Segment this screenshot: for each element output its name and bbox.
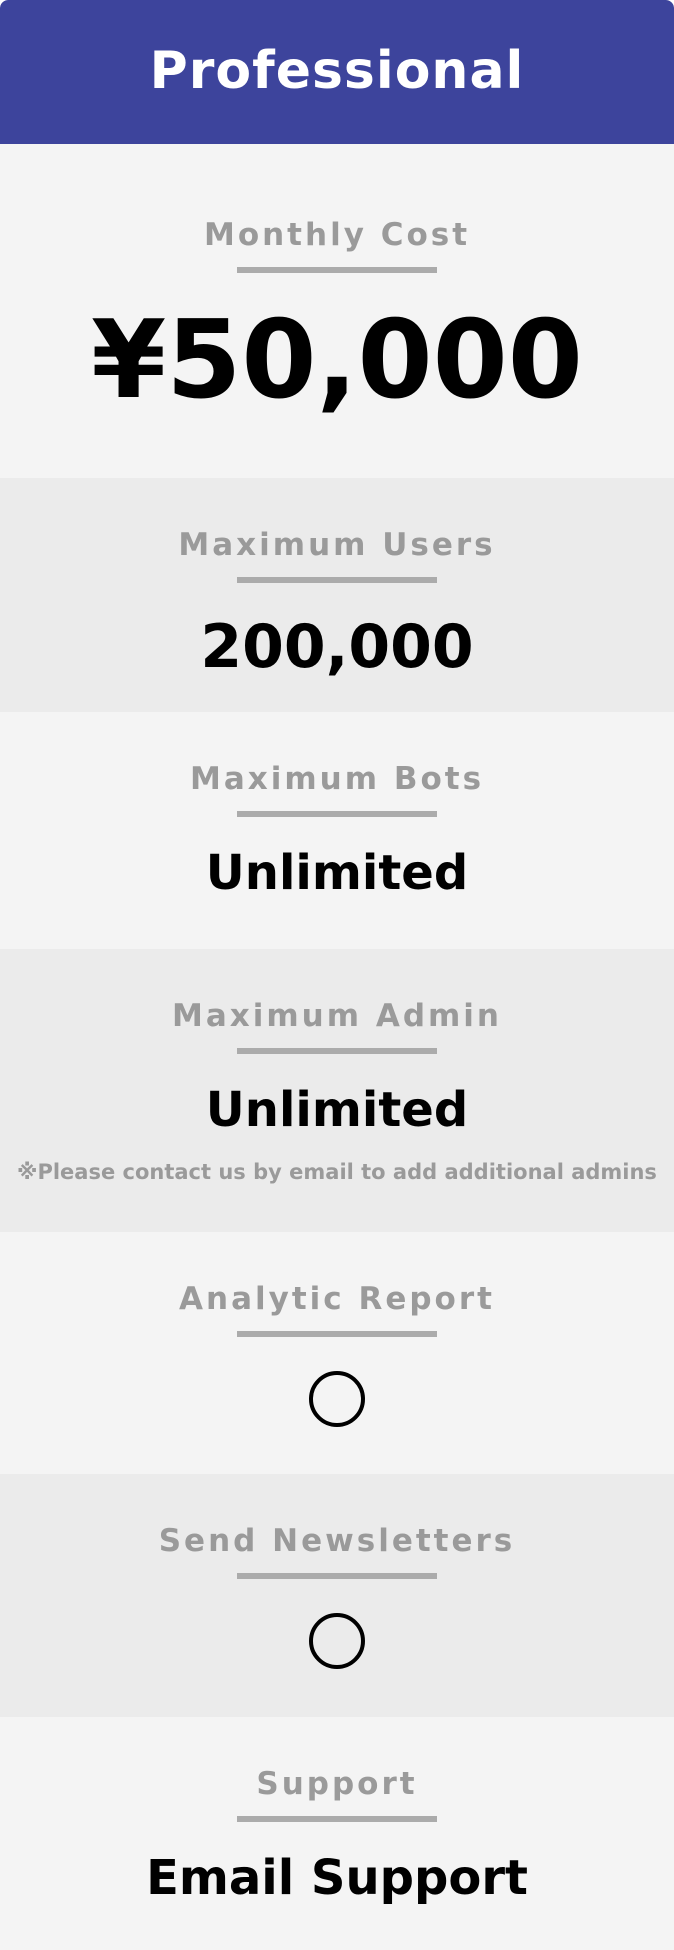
max-users-value: 200,000 <box>200 612 474 682</box>
max-users-label: Maximum Users <box>178 527 496 563</box>
circle-available-icon <box>309 1613 365 1669</box>
divider <box>237 1331 437 1337</box>
support-value: Email Support <box>146 1850 528 1906</box>
pricing-card: Professional Monthly Cost ¥50,000 Maximu… <box>0 0 674 1950</box>
divider <box>237 577 437 583</box>
circle-available-icon <box>309 1371 365 1427</box>
max-bots-label: Maximum Bots <box>189 761 485 797</box>
plan-header: Professional <box>0 0 674 172</box>
monthly-cost-value: ¥50,000 <box>91 298 583 423</box>
monthly-cost-section: Monthly Cost ¥50,000 <box>0 144 674 478</box>
monthly-cost-label: Monthly Cost <box>203 217 471 253</box>
divider <box>237 811 437 817</box>
max-admin-value: Unlimited <box>205 1082 469 1138</box>
divider <box>237 1573 437 1579</box>
max-admin-note: ※Please contact us by email to add addit… <box>17 1160 657 1184</box>
plan-title: Professional <box>149 41 525 101</box>
max-bots-section: Maximum Bots Unlimited <box>0 712 674 949</box>
support-label: Support <box>256 1766 418 1802</box>
send-newsletters-section: Send Newsletters <box>0 1474 674 1717</box>
max-admin-section: Maximum Admin Unlimited ※Please contact … <box>0 949 674 1232</box>
max-bots-value: Unlimited <box>205 845 469 901</box>
analytic-report-section: Analytic Report <box>0 1232 674 1474</box>
analytic-report-label: Analytic Report <box>179 1281 495 1317</box>
max-admin-label: Maximum Admin <box>171 998 503 1034</box>
max-users-section: Maximum Users 200,000 <box>0 478 674 712</box>
support-section: Support Email Support <box>0 1717 674 1950</box>
send-newsletters-label: Send Newsletters <box>158 1523 516 1559</box>
divider <box>237 1816 437 1822</box>
divider <box>237 267 437 273</box>
divider <box>237 1048 437 1054</box>
